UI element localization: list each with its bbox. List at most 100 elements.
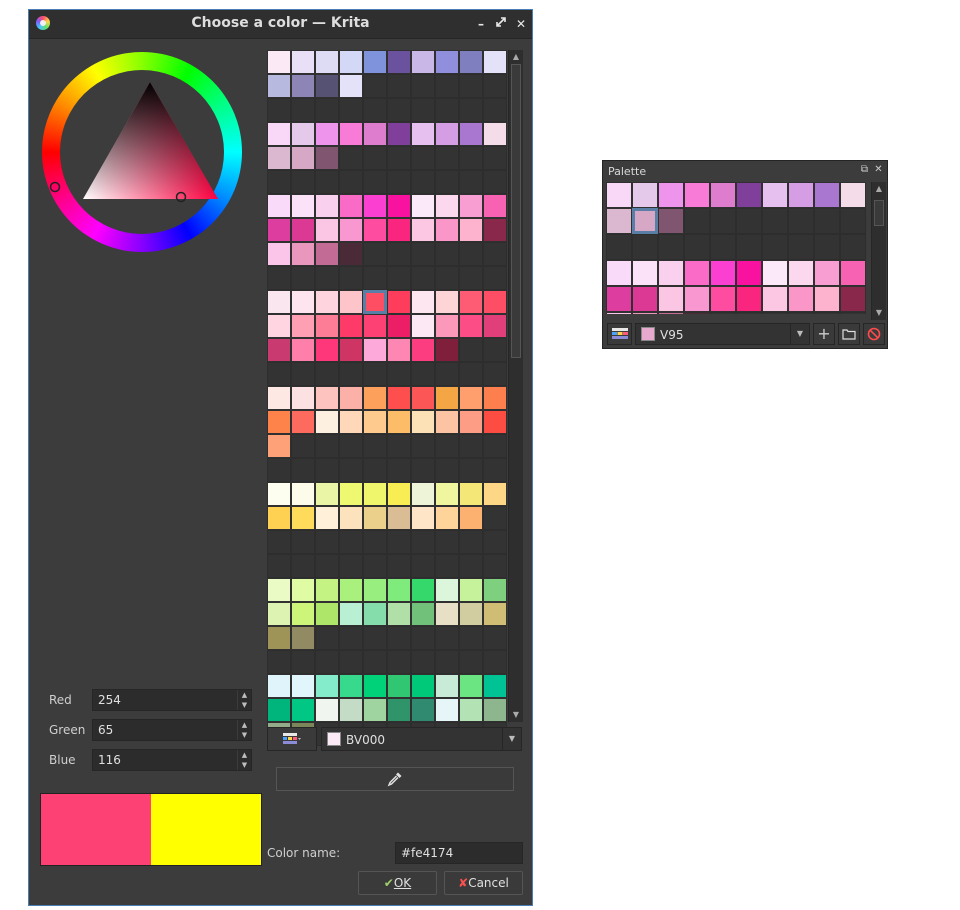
color-swatch[interactable] xyxy=(483,674,507,698)
empty-swatch-slot[interactable] xyxy=(363,170,387,194)
color-swatch[interactable] xyxy=(387,218,411,242)
color-swatch[interactable] xyxy=(339,242,363,266)
empty-swatch-slot[interactable] xyxy=(411,266,435,290)
color-swatch[interactable] xyxy=(387,674,411,698)
minimize-icon[interactable]: – xyxy=(473,16,489,32)
empty-swatch-slot[interactable] xyxy=(483,458,507,482)
empty-swatch-slot[interactable] xyxy=(684,208,710,234)
empty-swatch-slot[interactable] xyxy=(339,554,363,578)
empty-swatch-slot[interactable] xyxy=(483,98,507,122)
color-swatch[interactable] xyxy=(267,506,291,530)
color-swatch[interactable] xyxy=(291,698,315,722)
color-swatch[interactable] xyxy=(411,410,435,434)
add-swatch-icon[interactable]: + xyxy=(813,323,835,345)
color-swatch[interactable] xyxy=(339,482,363,506)
color-swatch[interactable] xyxy=(411,698,435,722)
color-swatch[interactable] xyxy=(363,122,387,146)
color-swatch[interactable] xyxy=(267,74,291,98)
color-name-input[interactable]: #fe4174 xyxy=(395,842,523,864)
color-swatch[interactable] xyxy=(459,218,483,242)
color-swatch[interactable] xyxy=(339,674,363,698)
empty-swatch-slot[interactable] xyxy=(339,98,363,122)
color-swatch[interactable] xyxy=(339,50,363,74)
empty-swatch-slot[interactable] xyxy=(291,434,315,458)
color-swatch[interactable] xyxy=(291,482,315,506)
color-swatch[interactable] xyxy=(411,314,435,338)
blue-spinbox[interactable]: 116 ▲ ▼ xyxy=(92,749,252,771)
color-swatch[interactable] xyxy=(814,260,840,286)
empty-swatch-slot[interactable] xyxy=(363,242,387,266)
empty-swatch-slot[interactable] xyxy=(788,312,814,314)
empty-swatch-slot[interactable] xyxy=(411,146,435,170)
color-swatch[interactable] xyxy=(315,698,339,722)
color-swatch[interactable] xyxy=(387,698,411,722)
color-swatch[interactable] xyxy=(267,434,291,458)
color-swatch[interactable] xyxy=(363,506,387,530)
color-swatch[interactable] xyxy=(315,122,339,146)
color-swatch[interactable] xyxy=(363,50,387,74)
edit-palette-button[interactable] xyxy=(838,323,860,345)
color-swatch[interactable] xyxy=(291,578,315,602)
color-swatch[interactable] xyxy=(459,386,483,410)
empty-swatch-slot[interactable] xyxy=(339,650,363,674)
color-swatch[interactable] xyxy=(291,146,315,170)
color-swatch[interactable] xyxy=(736,182,762,208)
empty-swatch-slot[interactable] xyxy=(483,530,507,554)
color-swatch[interactable] xyxy=(411,338,435,362)
empty-swatch-slot[interactable] xyxy=(339,458,363,482)
color-swatch[interactable] xyxy=(291,50,315,74)
empty-swatch-slot[interactable] xyxy=(459,554,483,578)
color-swatch[interactable] xyxy=(387,314,411,338)
color-swatch[interactable] xyxy=(435,50,459,74)
color-swatch[interactable] xyxy=(363,698,387,722)
color-swatch[interactable] xyxy=(459,50,483,74)
eyedropper-button[interactable] xyxy=(276,767,514,791)
red-spinbox[interactable]: 254 ▲ ▼ xyxy=(92,689,252,711)
color-swatch[interactable] xyxy=(387,578,411,602)
color-swatch[interactable] xyxy=(315,602,339,626)
docker-palette-grid[interactable] xyxy=(606,182,866,314)
empty-swatch-slot[interactable] xyxy=(840,234,866,260)
empty-swatch-slot[interactable] xyxy=(387,242,411,266)
color-swatch[interactable] xyxy=(315,482,339,506)
color-swatch[interactable] xyxy=(315,410,339,434)
docker-swatch-combo[interactable]: V95 ▼ xyxy=(635,323,810,345)
color-swatch[interactable] xyxy=(658,208,684,234)
color-swatch[interactable] xyxy=(339,194,363,218)
color-swatch[interactable] xyxy=(267,122,291,146)
color-swatch[interactable] xyxy=(339,338,363,362)
empty-swatch-slot[interactable] xyxy=(315,266,339,290)
color-swatch[interactable] xyxy=(658,182,684,208)
color-swatch[interactable] xyxy=(339,506,363,530)
empty-swatch-slot[interactable] xyxy=(363,98,387,122)
chevron-down-icon[interactable]: ▼ xyxy=(790,324,809,344)
color-swatch[interactable] xyxy=(684,260,710,286)
empty-swatch-slot[interactable] xyxy=(435,530,459,554)
empty-swatch-slot[interactable] xyxy=(363,266,387,290)
cancel-button[interactable]: ✘Cancel xyxy=(444,871,523,895)
empty-swatch-slot[interactable] xyxy=(291,650,315,674)
empty-swatch-slot[interactable] xyxy=(483,362,507,386)
empty-swatch-slot[interactable] xyxy=(339,170,363,194)
color-swatch[interactable] xyxy=(291,506,315,530)
empty-swatch-slot[interactable] xyxy=(387,530,411,554)
color-swatch[interactable] xyxy=(315,218,339,242)
close-docker-icon[interactable]: ✕ xyxy=(873,164,884,175)
empty-swatch-slot[interactable] xyxy=(762,234,788,260)
empty-swatch-slot[interactable] xyxy=(483,338,507,362)
color-swatch[interactable] xyxy=(459,698,483,722)
color-swatch[interactable] xyxy=(339,290,363,314)
color-swatch[interactable] xyxy=(606,312,632,314)
color-swatch[interactable] xyxy=(684,312,710,314)
empty-swatch-slot[interactable] xyxy=(814,234,840,260)
empty-swatch-slot[interactable] xyxy=(459,434,483,458)
color-swatch[interactable] xyxy=(606,208,632,234)
color-swatch[interactable] xyxy=(267,698,291,722)
empty-swatch-slot[interactable] xyxy=(483,554,507,578)
color-swatch[interactable] xyxy=(483,194,507,218)
color-swatch[interactable] xyxy=(363,410,387,434)
color-swatch[interactable] xyxy=(459,602,483,626)
docker-scrollbar[interactable]: ▲ ▼ xyxy=(871,182,886,320)
color-swatch[interactable] xyxy=(291,338,315,362)
color-swatch[interactable] xyxy=(435,482,459,506)
